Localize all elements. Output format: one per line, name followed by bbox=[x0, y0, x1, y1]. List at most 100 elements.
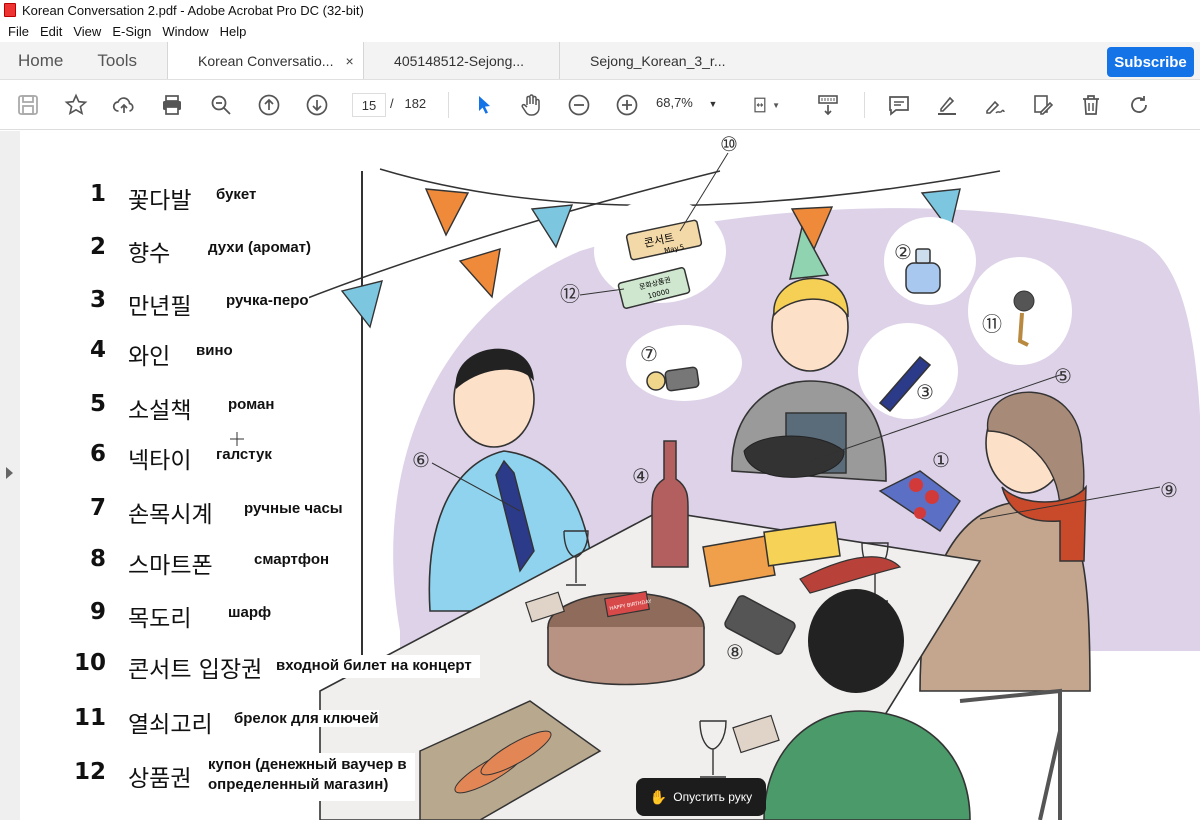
vocab-korean: 꽃다발 bbox=[128, 188, 192, 214]
doc-tab-label: 405148512-Sejong... bbox=[394, 52, 525, 69]
zoom-search-icon[interactable] bbox=[207, 91, 235, 119]
vocab-number: 11 bbox=[73, 705, 106, 731]
page-number-input[interactable]: 15 bbox=[352, 93, 386, 117]
menu-bar: File Edit View E-Sign Window Help bbox=[0, 20, 1200, 42]
vocab-russian-line: купон (денежный ваучер в bbox=[208, 756, 407, 773]
vocab-row: 5 소설책 роман bbox=[20, 387, 520, 427]
pdf-page: 콘서트 May.5 문화상품권 10000 HAPPY BIRTHDAY ① ②… bbox=[20, 131, 1200, 820]
toolbar-divider bbox=[864, 92, 865, 118]
vocab-russian: ручные часы bbox=[244, 500, 343, 517]
left-panel-rail[interactable] bbox=[0, 131, 20, 820]
close-icon[interactable]: × bbox=[345, 53, 353, 69]
hand-icon[interactable] bbox=[517, 91, 545, 119]
subscribe-button[interactable]: Subscribe bbox=[1107, 47, 1194, 77]
vocab-row: 4 와인 вино bbox=[20, 333, 520, 373]
page-total: / 182 bbox=[390, 96, 426, 111]
doc-tab-korean-conversation[interactable]: Korean Conversatio... × bbox=[167, 42, 364, 79]
raise-hand-label: Опустить руку bbox=[673, 790, 753, 804]
vocab-russian: шарф bbox=[228, 604, 272, 621]
acrobat-app-icon bbox=[4, 3, 16, 17]
vocab-russian: купон (денежный ваучер в определенный маг… bbox=[206, 753, 415, 801]
vocab-row: 6 넥타이 галстук bbox=[20, 437, 520, 477]
tab-tools[interactable]: Tools bbox=[81, 42, 167, 79]
vocab-korean: 와인 bbox=[128, 344, 171, 370]
page-fit-icon[interactable]: ▼ bbox=[752, 91, 780, 119]
vocab-korean: 만년필 bbox=[128, 294, 192, 320]
vocab-row: 8 스마트폰 смартфон bbox=[20, 542, 520, 582]
vocab-row: 11 열쇠고리 брелок для ключей bbox=[20, 701, 520, 741]
vocab-row: 1 꽃다발 букет bbox=[20, 177, 520, 217]
chevron-down-icon: ▼ bbox=[708, 99, 718, 109]
vocab-number: 7 bbox=[89, 495, 106, 521]
vocab-korean: 소설책 bbox=[128, 398, 192, 424]
rotate-icon[interactable] bbox=[1125, 91, 1153, 119]
zoom-in-icon[interactable] bbox=[613, 91, 641, 119]
doc-tab-sejong-3[interactable]: Sejong_Korean_3_r... bbox=[559, 42, 755, 79]
marker-3: ③ bbox=[916, 380, 934, 404]
marker-10: ⑩ bbox=[720, 132, 738, 156]
vocab-russian: брелок для ключей bbox=[234, 710, 379, 727]
wristwatch-band bbox=[664, 366, 700, 392]
toolbar-divider bbox=[448, 92, 449, 118]
zoom-level-dropdown[interactable]: 68,7% ▼ bbox=[656, 95, 717, 110]
window-title: Korean Conversation 2.pdf - Adobe Acroba… bbox=[22, 2, 364, 18]
vocab-russian-line: определенный магазин) bbox=[208, 776, 389, 793]
document-viewer[interactable]: 콘서트 May.5 문화상품권 10000 HAPPY BIRTHDAY ① ②… bbox=[0, 131, 1200, 820]
vocab-korean: 손목시계 bbox=[128, 502, 213, 528]
zoom-out-icon[interactable] bbox=[565, 91, 593, 119]
comment-icon[interactable] bbox=[885, 91, 913, 119]
menu-help[interactable]: Help bbox=[220, 24, 247, 39]
menu-esign[interactable]: E-Sign bbox=[112, 24, 151, 39]
vocab-number: 3 bbox=[89, 287, 106, 313]
delete-icon[interactable] bbox=[1077, 91, 1105, 119]
vocab-korean: 상품권 bbox=[128, 766, 192, 792]
marker-4: ④ bbox=[632, 464, 650, 488]
vocab-number: 10 bbox=[73, 650, 106, 676]
menu-view[interactable]: View bbox=[73, 24, 101, 39]
page-down-icon[interactable] bbox=[303, 91, 331, 119]
page-separator: / bbox=[390, 96, 394, 111]
vocab-russian: букет bbox=[216, 186, 257, 203]
save-icon[interactable] bbox=[14, 91, 42, 119]
wristwatch-face bbox=[646, 371, 666, 391]
doc-tab-sejong-1[interactable]: 405148512-Sejong... bbox=[363, 42, 559, 79]
vocab-number: 12 bbox=[73, 759, 106, 785]
hand-icon: ✋ bbox=[649, 788, 668, 805]
vocab-korean: 목도리 bbox=[128, 606, 192, 632]
person-head bbox=[808, 589, 904, 693]
raise-hand-button[interactable]: ✋ Опустить руку bbox=[636, 778, 766, 816]
menu-window[interactable]: Window bbox=[162, 24, 208, 39]
marker-2: ② bbox=[894, 240, 912, 264]
birthday-cake-side bbox=[547, 627, 705, 686]
marker-9: ⑨ bbox=[1160, 478, 1178, 502]
print-icon[interactable] bbox=[158, 91, 186, 119]
vocab-number: 9 bbox=[89, 599, 106, 625]
vocab-number: 5 bbox=[89, 391, 106, 417]
tab-bar: Home Tools Korean Conversatio... × 40514… bbox=[0, 42, 1200, 80]
expand-panel-icon[interactable] bbox=[6, 467, 13, 479]
vocab-russian: вино bbox=[196, 342, 233, 359]
marker-8: ⑧ bbox=[726, 640, 744, 664]
crosshair-cursor-icon bbox=[230, 432, 244, 446]
sign-icon[interactable] bbox=[981, 91, 1009, 119]
marker-7: ⑦ bbox=[640, 342, 658, 366]
menu-edit[interactable]: Edit bbox=[40, 24, 62, 39]
scroll-mode-icon[interactable] bbox=[814, 91, 842, 119]
page-up-icon[interactable] bbox=[255, 91, 283, 119]
chevron-down-icon: ▼ bbox=[772, 100, 780, 110]
vocab-korean: 열쇠고리 bbox=[128, 712, 213, 738]
select-cursor-icon[interactable] bbox=[470, 91, 498, 119]
vocab-russian: входной билет на концерт bbox=[274, 655, 480, 678]
flower bbox=[909, 478, 923, 492]
vocab-row: 2 향수 духи (аромат) bbox=[20, 230, 520, 270]
vocab-korean: 향수 bbox=[128, 241, 171, 267]
upload-cloud-icon[interactable] bbox=[110, 91, 138, 119]
menu-file[interactable]: File bbox=[8, 24, 29, 39]
highlight-icon[interactable] bbox=[933, 91, 961, 119]
bookmark-star-icon[interactable] bbox=[62, 91, 90, 119]
tab-home[interactable]: Home bbox=[0, 42, 81, 79]
marker-1: ① bbox=[932, 448, 950, 472]
vocab-row: 7 손목시계 ручные часы bbox=[20, 491, 520, 531]
marker-5: ⑤ bbox=[1054, 364, 1072, 388]
edit-pdf-icon[interactable] bbox=[1029, 91, 1057, 119]
